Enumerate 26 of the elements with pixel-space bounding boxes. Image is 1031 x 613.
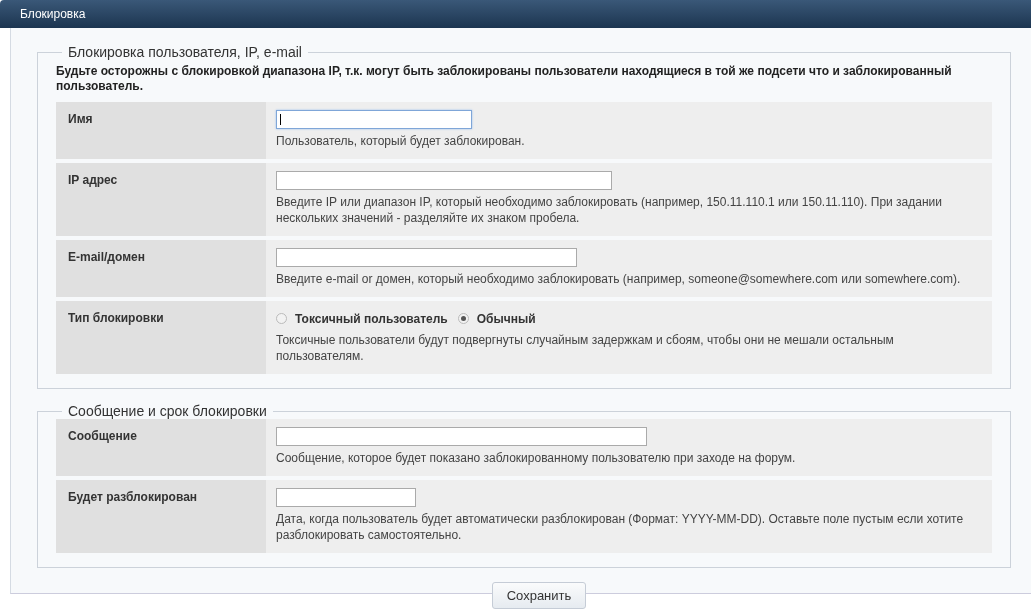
field-hint: Дата, когда пользователь будет автоматически разблокирован (Формат: YYYY-MM-DD). Оставьте поле пустым если хотите разблокировать самостоятельно. xyxy=(276,511,965,543)
field-label: IP адрес xyxy=(56,163,266,236)
fieldset-legend: Сообщение и срок блокировки xyxy=(62,403,273,419)
header-title: Блокировка xyxy=(20,7,86,21)
radio-button[interactable] xyxy=(457,313,469,324)
input-field[interactable] xyxy=(276,248,577,267)
radio-option[interactable]: Токсичный пользователь xyxy=(276,311,448,326)
field-label: Тип блокировки xyxy=(56,301,266,374)
field-label: E-mail/домен xyxy=(56,240,266,297)
input-field[interactable] xyxy=(276,110,472,129)
field-hint: Введите IP или диапазон IP, который необходимо заблокировать (например, 150.11.110.1 или 150.11.110). При задании нескольких значений - разделяйте их знаком пробела. xyxy=(276,194,943,226)
field-hint: Токсичные пользователи будут подвергнуты случайным задержкам и сбоям, чтобы они не мешали остальным пользователям. xyxy=(276,332,895,364)
field-hint: Пользователь, который будет заблокирован. xyxy=(276,133,526,149)
input-field[interactable] xyxy=(276,427,647,446)
field-label: Будет разблокирован xyxy=(56,480,266,553)
input-field[interactable] xyxy=(276,488,416,507)
field-label: Сообщение xyxy=(56,419,266,476)
fieldset-legend: Блокировка пользователя, IP, e-mail xyxy=(62,44,308,60)
input-field[interactable] xyxy=(276,171,612,190)
field-hint: Сообщение, которое будет показано заблокированному пользователю при заходе на форум. xyxy=(276,450,797,466)
radio-option[interactable]: Обычный xyxy=(457,311,536,326)
field-hint: Введите e-mail or домен, который необходимо заблокировать (например, someone@somewhere.com или somewhere.com). xyxy=(276,271,962,287)
radio-button[interactable] xyxy=(276,313,287,324)
warning-text: Будьте осторожны с блокировкой диапазона IP, т.к. могут быть заблокированы пользователи находящиеся в той же подсети что и заблокированный пользователь. xyxy=(56,64,953,94)
save-button[interactable]: Сохранить xyxy=(491,582,587,609)
field-label: Имя xyxy=(56,102,266,159)
